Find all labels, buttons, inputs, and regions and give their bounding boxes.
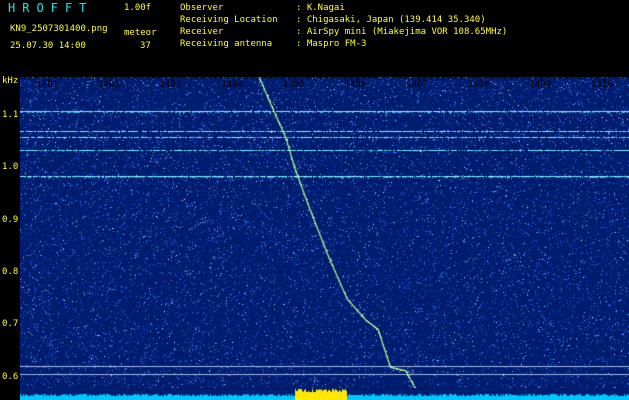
x-tick-label: 1404 — [221, 80, 243, 90]
mode-label: meteor — [124, 28, 157, 38]
antenna-value: : Maspro FM-3 — [296, 39, 367, 49]
location-label: Receiving Location — [180, 15, 278, 25]
observer-label: Observer — [180, 3, 224, 13]
app-title: HROFFT — [8, 1, 94, 15]
x-tick-label: 1408 — [467, 80, 490, 90]
x-tick-label: 1405 — [282, 80, 305, 90]
signal-strength-bar — [20, 388, 629, 400]
y-tick-label: 1.0 — [2, 162, 19, 173]
x-tick-label: 1409 — [529, 80, 552, 90]
x-tick-label: 1401 — [36, 80, 59, 90]
x-tick-label: 1403 — [159, 80, 182, 90]
file-name: KN9_2507301400.png — [10, 24, 108, 34]
header-panel: HROFFT 1.00f KN9_2507301400.png meteor 2… — [0, 0, 629, 74]
location-value: : Chigasaki, Japan (139.414 35.340) — [296, 15, 486, 25]
y-axis-unit: kHz — [2, 76, 19, 86]
observer-value: : K.Nagai — [296, 3, 345, 13]
receiver-label: Receiver — [180, 27, 224, 37]
antenna-label: Receiving antenna — [180, 39, 273, 49]
x-tick-label: 1410 — [591, 80, 613, 90]
y-tick-label: 0.8 — [2, 267, 19, 277]
version-label: 1.00f — [124, 3, 152, 13]
receiver-value: : AirSpy mini (Miakejima VOR 108.65MHz) — [296, 27, 508, 37]
y-tick-label: 1.1 — [2, 110, 19, 121]
x-tick-label: 1407 — [406, 80, 428, 90]
spectrogram — [20, 77, 629, 388]
y-tick-label: 0.6 — [2, 371, 19, 382]
y-tick-label: 0.7 — [2, 319, 19, 330]
x-tick-label: 1406 — [344, 80, 367, 90]
x-tick-label: 1402 — [97, 80, 120, 90]
y-tick-label: 0.9 — [2, 214, 19, 225]
date-time: 25.07.30 14:00 — [10, 41, 86, 51]
meteor-count: 37 — [140, 41, 151, 51]
